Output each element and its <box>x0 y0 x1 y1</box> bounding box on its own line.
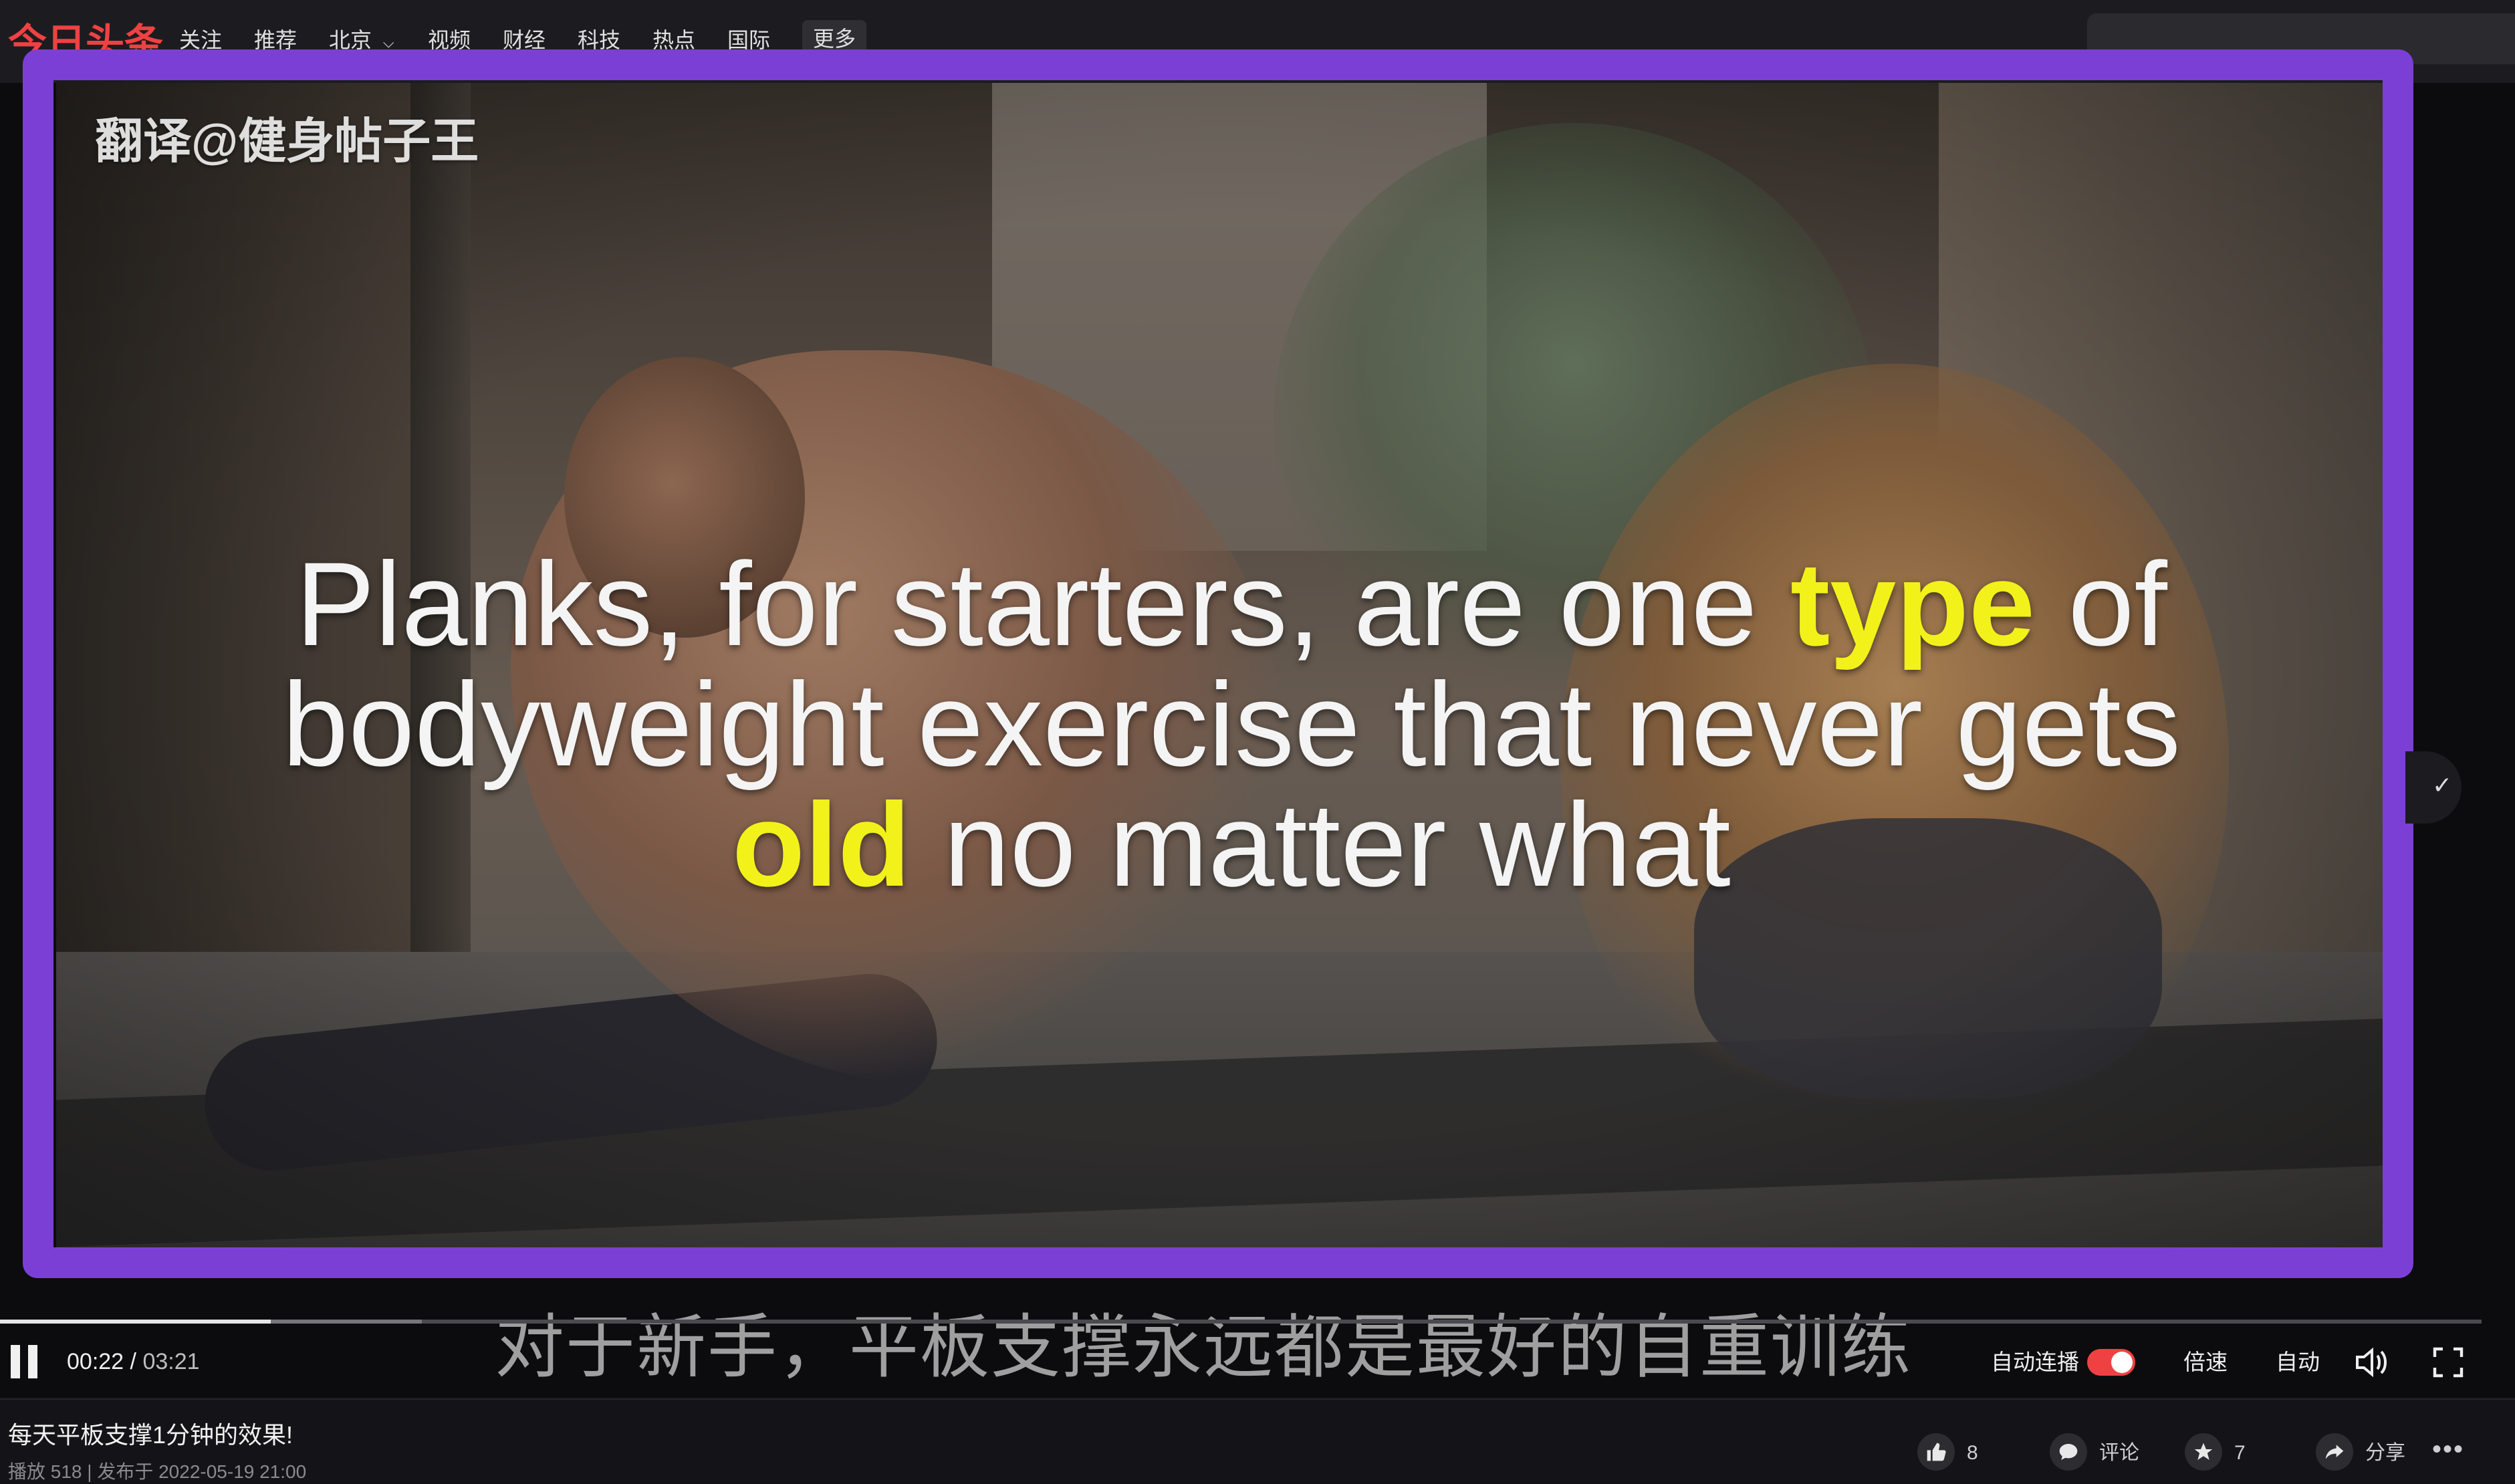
nav-item-finance[interactable]: 财经 <box>503 25 546 55</box>
chevron-down-icon: ⌵ <box>382 34 394 51</box>
pause-icon <box>11 1345 20 1378</box>
total-time: 03:21 <box>142 1349 200 1374</box>
caption-highlight: old <box>732 778 911 911</box>
current-time: 00:22 <box>67 1349 124 1374</box>
favorite-count: 7 <box>2234 1442 2246 1464</box>
site-logo[interactable]: 今日头条 <box>8 20 163 67</box>
share-label[interactable]: 分享 <box>2365 1440 2405 1467</box>
nav-item-beijing-label: 北京 <box>329 28 372 52</box>
caption-line-1: Planks, for starters, are one type of <box>56 544 2407 664</box>
favorite-star-icon[interactable] <box>2185 1433 2222 1471</box>
autoplay-label: 自动连播 <box>1991 1350 2079 1374</box>
comment-icon[interactable] <box>2050 1433 2087 1471</box>
fullscreen-icon[interactable] <box>2432 1346 2464 1386</box>
time-display: 00:22 / 03:21 <box>67 1346 200 1377</box>
video-watermark: 翻译@健身帖子王 <box>95 115 479 168</box>
caption-text: Planks, for starters, are one <box>295 537 1790 670</box>
nav-item-video[interactable]: 视频 <box>428 25 471 55</box>
nav-item-recommend[interactable]: 推荐 <box>254 25 297 55</box>
quality-button[interactable]: 自动 <box>2276 1348 2320 1377</box>
toggle-knob <box>2111 1352 2133 1373</box>
video-meta: 播放 518 | 发布于 2022-05-19 21:00 <box>8 1461 307 1482</box>
caption-line-3: old no matter what <box>56 785 2407 905</box>
check-icon: ✓ <box>2432 771 2453 799</box>
caption-text: of <box>2034 537 2167 670</box>
comment-label[interactable]: 评论 <box>2099 1440 2139 1467</box>
time-separator: / <box>124 1349 143 1374</box>
share-icon[interactable] <box>2316 1433 2353 1471</box>
like-icon[interactable] <box>1917 1433 1955 1471</box>
progress-bar[interactable] <box>0 1320 2482 1324</box>
nav-item-tech[interactable]: 科技 <box>578 25 620 55</box>
top-navigation: 今日头条 关注 推荐 北京 ⌵ 视频 财经 科技 热点 国际 更多 <box>0 0 2515 83</box>
nav-item-hot[interactable]: 热点 <box>652 25 695 55</box>
speed-button[interactable]: 倍速 <box>2183 1348 2228 1377</box>
progress-played <box>0 1320 271 1324</box>
nav-item-beijing[interactable]: 北京 ⌵ <box>329 25 394 57</box>
search-box[interactable] <box>2087 13 2515 64</box>
video-caption: Planks, for starters, are one type of bo… <box>56 544 2407 905</box>
video-frame[interactable]: 翻译@健身帖子王 Planks, for starters, are one t… <box>56 83 2407 1263</box>
nav-item-international[interactable]: 国际 <box>727 25 770 55</box>
nav-more-button[interactable]: 更多 <box>802 20 866 57</box>
autoplay-toggle[interactable] <box>2087 1349 2135 1376</box>
caption-line-2: bodyweight exercise that never gets <box>282 658 2181 791</box>
caption-highlight: type <box>1790 537 2035 670</box>
more-options-icon[interactable]: ••• <box>2432 1436 2464 1463</box>
pause-icon <box>28 1345 37 1378</box>
caption-text: no matter what <box>911 778 1731 911</box>
volume-icon[interactable] <box>2353 1345 2391 1387</box>
pause-button[interactable] <box>8 1345 40 1378</box>
like-count: 8 <box>1967 1442 1978 1464</box>
nav-item-follow[interactable]: 关注 <box>179 25 222 55</box>
video-title[interactable]: 每天平板支撑1分钟的效果! <box>8 1420 293 1451</box>
